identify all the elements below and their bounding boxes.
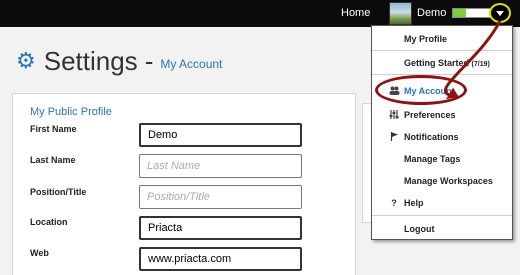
field-label-location: Location (30, 217, 68, 227)
field-label-first-name: First Name (30, 124, 77, 134)
last-name-input[interactable] (139, 154, 302, 178)
question-icon: ? (391, 198, 397, 208)
menu-divider (372, 215, 512, 216)
menu-item-label-group: Getting Started (7/19) (404, 58, 490, 68)
status-meter-fill (453, 9, 467, 17)
menu-item-label: Manage Tags (404, 154, 461, 164)
top-nav-bar: Home Demo (0, 0, 520, 27)
gear-icon: ⚙ (16, 48, 36, 73)
first-name-input[interactable] (139, 123, 302, 147)
account-dropdown-menu: My Profile Getting Started (7/19) My Acc… (371, 25, 513, 240)
menu-divider (372, 50, 512, 51)
menu-item-label: Manage Workspaces (404, 176, 493, 186)
menu-item-label: My Profile (404, 34, 448, 44)
flag-icon (389, 132, 399, 143)
page-subtitle-link[interactable]: My Account (160, 57, 222, 71)
highlight-ring (375, 75, 467, 105)
page-header: ⚙ Settings - My Account (16, 46, 222, 76)
section-title: My Public Profile (30, 106, 112, 118)
nav-home-link[interactable]: Home (341, 7, 370, 19)
field-label-position: Position/Title (30, 187, 87, 197)
web-input[interactable] (139, 247, 302, 271)
chevron-down-icon (496, 10, 504, 16)
location-input[interactable] (139, 216, 302, 240)
avatar[interactable] (389, 2, 412, 25)
account-menu-toggle[interactable] (489, 3, 511, 23)
menu-item-label: Preferences (404, 110, 456, 120)
user-name[interactable]: Demo (417, 7, 446, 19)
position-title-input[interactable] (139, 185, 302, 209)
menu-item-label: Logout (404, 224, 435, 234)
title-separator: - (144, 45, 154, 76)
status-meter (452, 8, 492, 18)
progress-badge: (7/19) (471, 61, 490, 68)
menu-item-label: Notifications (404, 132, 459, 142)
field-label-last-name: Last Name (30, 155, 76, 165)
menu-item-label: Getting Started (404, 58, 470, 68)
sliders-icon (389, 110, 399, 121)
page-title: Settings (43, 45, 138, 76)
menu-item-label: Help (404, 198, 424, 208)
menu-divider (372, 74, 512, 75)
field-label-web: Web (30, 248, 49, 258)
